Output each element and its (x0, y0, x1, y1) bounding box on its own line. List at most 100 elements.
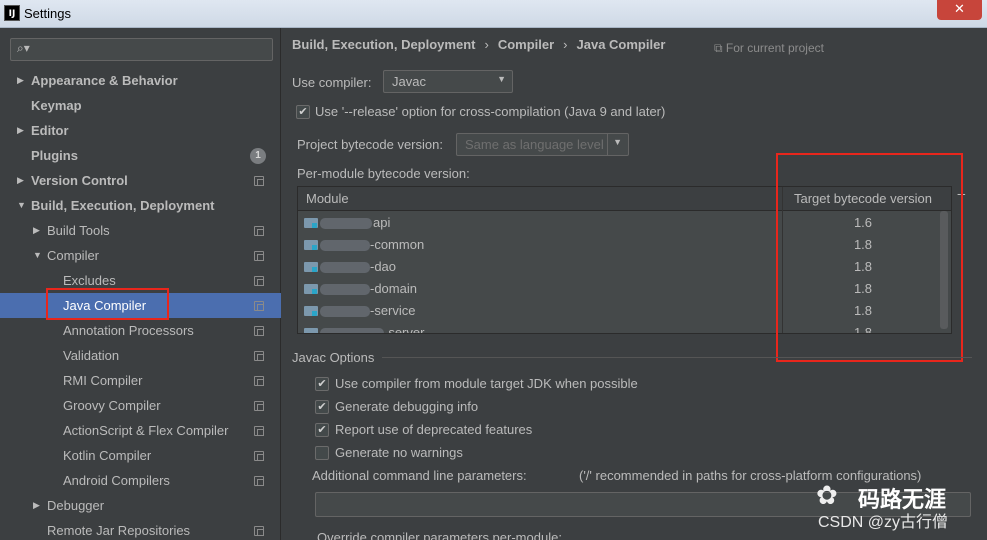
javac-option-label: Report use of deprecated features (335, 422, 533, 437)
sidebar-item-label: Compiler (47, 248, 100, 263)
sidebar-item-label: Android Compilers (63, 473, 170, 488)
project-scope-icon (254, 326, 264, 336)
target-version-highlight-box (776, 153, 963, 362)
sidebar-item[interactable]: Plugins 1 (0, 143, 281, 168)
module-folder-icon (304, 262, 318, 272)
redacted-module-prefix (320, 328, 384, 333)
search-icon: ⌕▾ (17, 41, 30, 55)
sidebar-item[interactable]: Android Compilers (0, 468, 281, 493)
javac-option-checkbox[interactable]: ✔ (315, 400, 329, 414)
javac-option-checkbox[interactable] (315, 446, 329, 460)
module-folder-icon (304, 306, 318, 316)
sidebar-item[interactable]: ▶ Debugger (0, 493, 281, 518)
sidebar-item-label: Appearance & Behavior (31, 73, 178, 88)
checkmark-icon: ✔ (317, 401, 327, 413)
sidebar-item-label: Build Tools (47, 223, 110, 238)
csdn-watermark: ✿ 码路无涯 CSDN @zy古行僧 (812, 478, 984, 538)
sidebar-item[interactable]: ▼ Compiler (0, 243, 281, 268)
checkmark-icon: ✔ (317, 424, 327, 436)
sidebar-item-label: Validation (63, 348, 120, 363)
project-scope-icon (254, 451, 264, 461)
title-bar: IJ Settings ✕ (0, 0, 987, 28)
checkmark-icon: ✔ (298, 106, 308, 118)
breadcrumb-item: Build, Execution, Deployment (292, 37, 476, 52)
redacted-module-prefix (320, 306, 370, 317)
intellij-logo-icon: IJ (4, 5, 20, 21)
module-name: -server (384, 325, 425, 334)
breadcrumb-separator: › (484, 37, 489, 52)
module-folder-icon (304, 284, 318, 294)
sidebar-item[interactable]: Kotlin Compiler (0, 443, 281, 468)
project-scope-icon (254, 176, 264, 186)
java-compiler-highlight-box (46, 288, 169, 320)
use-compiler-select[interactable]: Javac ▼ (383, 70, 513, 93)
project-scope-icon (254, 401, 264, 411)
expand-right-icon[interactable]: ▶ (17, 168, 24, 193)
sidebar-item-label: Remote Jar Repositories (47, 523, 191, 538)
javac-option-checkbox[interactable]: ✔ (315, 377, 329, 391)
javac-option-checkbox[interactable]: ✔ (315, 423, 329, 437)
update-count-badge: 1 (250, 148, 266, 164)
sidebar-item[interactable]: Validation (0, 343, 281, 368)
bytecode-version-select[interactable]: Same as language level ▼ (456, 133, 629, 156)
per-module-label: Per-module bytecode version: (297, 166, 470, 181)
override-params-label: Override compiler parameters per-module: (317, 530, 562, 540)
close-button[interactable]: ✕ (937, 0, 982, 20)
project-scope-icon (254, 226, 264, 236)
window-title: Settings (24, 6, 71, 21)
search-input[interactable]: ⌕▾ (10, 38, 273, 61)
module-folder-icon (304, 240, 318, 250)
module-name: api (373, 215, 391, 230)
sidebar-item-label: Debugger (47, 498, 105, 513)
breadcrumb: Build, Execution, Deployment › Compiler › Ja… (292, 37, 665, 52)
javac-option-label: Use compiler from module target JDK when… (335, 376, 638, 391)
expand-down-icon[interactable]: ▼ (17, 193, 26, 218)
sidebar-item[interactable]: ▶ Editor (0, 118, 281, 143)
chevron-down-icon: ▼ (613, 137, 622, 147)
project-scope-icon (254, 526, 264, 536)
expand-down-icon[interactable]: ▼ (33, 243, 42, 268)
sidebar-item[interactable]: ▼ Build, Execution, Deployment (0, 193, 281, 218)
sidebar-item-label: Build, Execution, Deployment (31, 198, 215, 213)
sidebar-item[interactable]: ▶ Version Control (0, 168, 281, 193)
sidebar-item-label: Keymap (31, 98, 82, 113)
module-folder-icon (304, 328, 318, 333)
release-option-checkbox[interactable]: ✔ (296, 105, 310, 119)
sidebar-item-label: ActionScript & Flex Compiler (63, 423, 229, 438)
breadcrumb-item: Compiler (497, 37, 555, 52)
expand-right-icon[interactable]: ▶ (33, 218, 40, 243)
column-header-module[interactable]: Module (298, 187, 782, 211)
module-folder-icon (304, 218, 318, 228)
project-scope-icon: ⧉ (714, 41, 723, 55)
module-name: -common (370, 237, 425, 252)
additional-params-label: Additional command line parameters: (312, 468, 527, 483)
sidebar-item[interactable]: Keymap (0, 93, 281, 118)
module-name: -domain (370, 281, 417, 296)
for-current-project-label: ⧉ For current project (714, 41, 824, 56)
module-name: -dao (370, 259, 397, 274)
expand-right-icon[interactable]: ▶ (33, 493, 40, 518)
java-compiler-panel: Build, Execution, Deployment › Compiler › Ja… (282, 28, 987, 540)
sidebar-item[interactable]: RMI Compiler (0, 368, 281, 393)
redacted-module-prefix (320, 284, 370, 295)
expand-right-icon[interactable]: ▶ (17, 68, 24, 93)
sidebar-item[interactable]: Remote Jar Repositories (0, 518, 281, 540)
sidebar-item[interactable]: ▶ Build Tools (0, 218, 281, 243)
checkmark-icon: ✔ (317, 378, 327, 390)
chevron-down-icon: ▼ (497, 74, 506, 84)
group-divider (382, 357, 972, 358)
project-scope-icon (254, 251, 264, 261)
expand-right-icon[interactable]: ▶ (17, 118, 24, 143)
sidebar-item-label: Kotlin Compiler (63, 448, 152, 463)
javac-option-label: Generate no warnings (335, 445, 463, 460)
sidebar-item-label: Plugins (31, 148, 78, 163)
sidebar-item[interactable]: Groovy Compiler (0, 393, 281, 418)
sidebar-item[interactable]: ▶ Appearance & Behavior (0, 68, 281, 93)
sidebar-item-label: Annotation Processors (63, 323, 194, 338)
settings-sidebar: ⌕▾ ▶ Appearance & Behavior Keymap ▶ Editor Pl… (0, 28, 281, 540)
sidebar-item[interactable]: Annotation Processors (0, 318, 281, 343)
redacted-module-prefix (320, 240, 370, 251)
sidebar-item[interactable]: ActionScript & Flex Compiler (0, 418, 281, 443)
bytecode-version-value: Same as language level (465, 137, 604, 152)
project-scope-icon (254, 351, 264, 361)
